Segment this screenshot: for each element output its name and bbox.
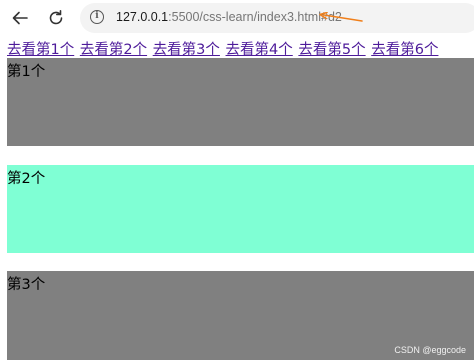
site-info-icon[interactable]: i [90, 10, 104, 24]
link-1[interactable]: 去看第1个 [7, 42, 74, 58]
reload-button[interactable] [42, 4, 70, 32]
url-text[interactable]: 127.0.0.1:5500/css-learn/index3.html#d2 [116, 10, 342, 24]
back-arrow-icon [12, 11, 28, 25]
url-host: 127.0.0.1 [116, 10, 169, 24]
page-content: 去看第1个 去看第2个 去看第3个 去看第4个 去看第5个 去看第6个 第1个 … [0, 37, 474, 360]
browser-toolbar: i 127.0.0.1:5500/css-learn/index3.html#d… [0, 0, 474, 37]
link-6[interactable]: 去看第6个 [371, 42, 438, 58]
reload-icon [49, 10, 63, 25]
annotation-arrow-icon [319, 12, 363, 22]
watermark: CSDN @eggcode [394, 345, 466, 355]
link-2[interactable]: 去看第2个 [80, 42, 147, 58]
link-row: 去看第1个 去看第2个 去看第3个 去看第4个 去看第5个 去看第6个 [7, 41, 439, 59]
link-3[interactable]: 去看第3个 [153, 42, 220, 58]
section-box-2: 第2个 [7, 165, 474, 253]
section-box-1: 第1个 [7, 58, 474, 146]
url-path: :5500/css-learn/index3.html#d2 [168, 10, 342, 24]
back-button[interactable] [6, 4, 34, 32]
section-label-2: 第2个 [7, 171, 46, 187]
address-bar[interactable]: i 127.0.0.1:5500/css-learn/index3.html#d… [80, 3, 474, 33]
link-4[interactable]: 去看第4个 [226, 42, 293, 58]
section-label-1: 第1个 [7, 64, 46, 80]
section-label-3: 第3个 [7, 277, 46, 293]
link-5[interactable]: 去看第5个 [298, 42, 365, 58]
